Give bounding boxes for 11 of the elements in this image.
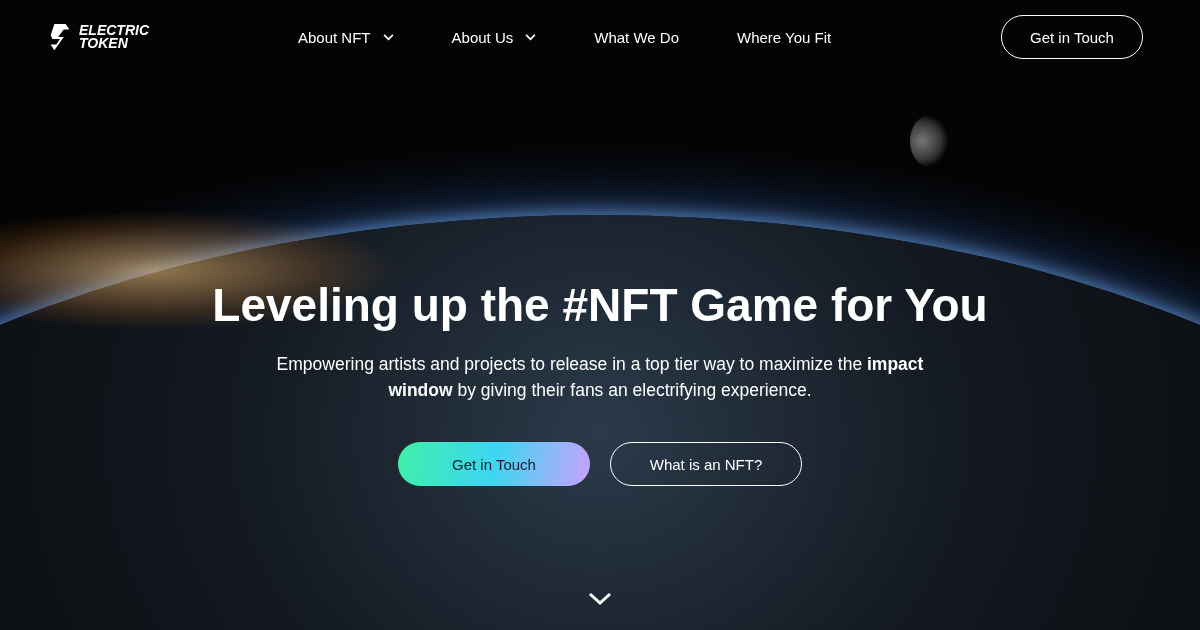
nav-link[interactable]: Where You Fit (737, 28, 832, 46)
logo-wordmark[interactable]: ELECTRIC TOKEN (79, 24, 149, 50)
nav-link[interactable]: About Us (451, 28, 537, 46)
hero-title: Leveling up the #NFT Game for You (212, 278, 988, 333)
chevron-down-icon (382, 33, 394, 41)
nav-link[interactable]: About NFT (298, 28, 394, 46)
hero-subtitle: Empowering artists and projects to release in a top tier way to maximize the impact window by giving their fans an electrifying experience. (275, 353, 925, 402)
chevron-down-icon[interactable] (588, 592, 612, 606)
get-in-touch-button[interactable]: Get in Touch (398, 442, 590, 486)
nav-link[interactable]: What We Do (594, 28, 679, 46)
chevron-down-icon (525, 33, 537, 41)
